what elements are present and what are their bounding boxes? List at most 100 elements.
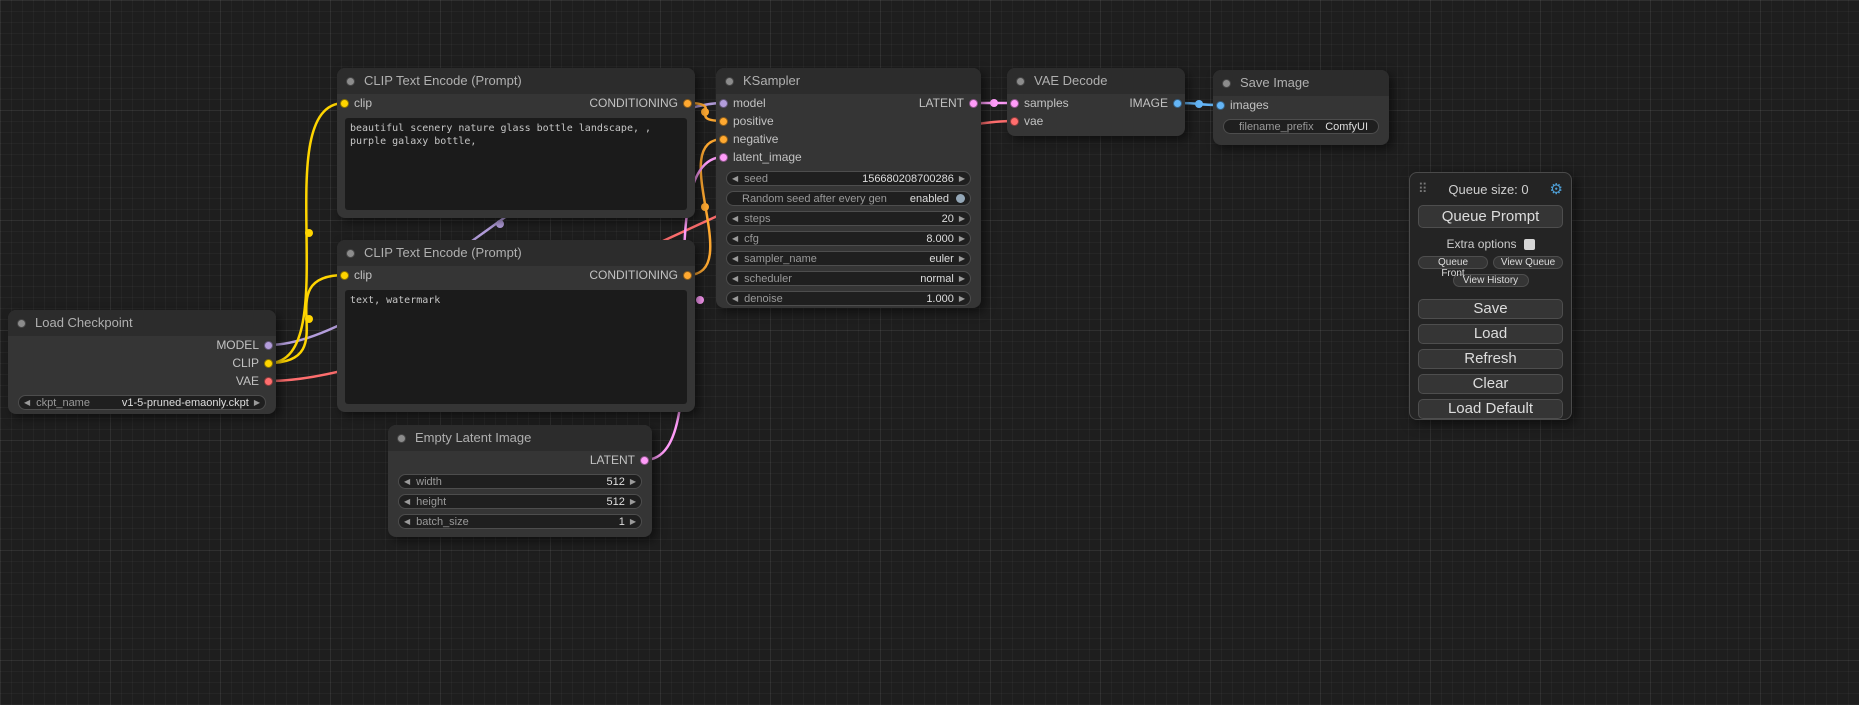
increment-arrow-icon[interactable]: ▶ — [959, 292, 965, 305]
refresh-button[interactable]: Refresh — [1418, 349, 1563, 369]
extra-options-checkbox[interactable] — [1524, 239, 1535, 250]
collapse-dot-icon[interactable] — [1222, 79, 1231, 88]
steps-widget[interactable]: ◀ steps 20 ▶ — [726, 211, 971, 226]
vae-output-port[interactable] — [264, 377, 273, 386]
input-label-vae: vae — [1024, 114, 1043, 128]
node-ksampler[interactable]: KSampler model LATENT positive negative … — [716, 68, 981, 308]
node-title-bar[interactable]: KSampler — [716, 68, 981, 94]
random-seed-toggle-widget[interactable]: Random seed after every gen enabled — [726, 191, 971, 206]
conditioning-output-port[interactable] — [683, 99, 692, 108]
queue-front-button[interactable]: Queue Front — [1418, 256, 1488, 269]
filename-prefix-widget[interactable]: filename_prefix ComfyUI — [1223, 119, 1379, 134]
increment-arrow-icon[interactable]: ▶ — [254, 396, 260, 409]
increment-arrow-icon[interactable]: ▶ — [630, 475, 636, 488]
collapse-dot-icon[interactable] — [17, 319, 26, 328]
node-save-image[interactable]: Save Image images filename_prefix ComfyU… — [1213, 70, 1389, 145]
node-title: Empty Latent Image — [415, 430, 531, 445]
latent-output-port[interactable] — [640, 456, 649, 465]
conditioning-output-port[interactable] — [683, 271, 692, 280]
view-history-button[interactable]: View History — [1453, 274, 1529, 287]
output-label-clip: CLIP — [232, 354, 259, 372]
node-clip-text-encode-positive[interactable]: CLIP Text Encode (Prompt) clip CONDITION… — [337, 68, 695, 218]
node-title: KSampler — [743, 73, 800, 88]
increment-arrow-icon[interactable]: ▶ — [959, 252, 965, 265]
widget-value: normal — [920, 273, 954, 285]
positive-input-port[interactable] — [719, 117, 728, 126]
decrement-arrow-icon[interactable]: ◀ — [732, 292, 738, 305]
input-label-negative: negative — [733, 132, 778, 146]
decrement-arrow-icon[interactable]: ◀ — [24, 396, 30, 409]
widget-value: 1.000 — [926, 293, 954, 305]
decrement-arrow-icon[interactable]: ◀ — [732, 272, 738, 285]
node-title-bar[interactable]: Load Checkpoint — [8, 310, 276, 336]
image-output-port[interactable] — [1173, 99, 1182, 108]
negative-input-port[interactable] — [719, 135, 728, 144]
seed-widget[interactable]: ◀ seed 156680208700286 ▶ — [726, 171, 971, 186]
increment-arrow-icon[interactable]: ▶ — [630, 495, 636, 508]
sampler-name-widget[interactable]: ◀ sampler_name euler ▶ — [726, 251, 971, 266]
decrement-arrow-icon[interactable]: ◀ — [732, 212, 738, 225]
vae-input-port[interactable] — [1010, 117, 1019, 126]
clip-input-port[interactable] — [340, 99, 349, 108]
collapse-dot-icon[interactable] — [397, 434, 406, 443]
output-label-latent: LATENT — [919, 94, 964, 112]
node-load-checkpoint[interactable]: Load Checkpoint MODEL CLIP VAE ◀ ckpt_na… — [8, 310, 276, 414]
cfg-widget[interactable]: ◀ cfg 8.000 ▶ — [726, 231, 971, 246]
model-output-port[interactable] — [264, 341, 273, 350]
clip-input-port[interactable] — [340, 271, 349, 280]
extra-options-row: Extra options — [1418, 237, 1563, 251]
decrement-arrow-icon[interactable]: ◀ — [732, 172, 738, 185]
toggle-enabled-dot[interactable] — [956, 194, 965, 203]
samples-input-port[interactable] — [1010, 99, 1019, 108]
node-title-bar[interactable]: Empty Latent Image — [388, 425, 652, 451]
latent-output-port[interactable] — [969, 99, 978, 108]
width-widget[interactable]: ◀ width 512 ▶ — [398, 474, 642, 489]
clear-button[interactable]: Clear — [1418, 374, 1563, 394]
settings-gear-icon[interactable]: ⚙ — [1550, 182, 1563, 197]
widget-value: v1-5-pruned-emaonly.ckpt — [122, 397, 249, 409]
increment-arrow-icon[interactable]: ▶ — [959, 212, 965, 225]
ckpt-name-widget[interactable]: ◀ ckpt_name v1-5-pruned-emaonly.ckpt ▶ — [18, 395, 266, 410]
scheduler-widget[interactable]: ◀ scheduler normal ▶ — [726, 271, 971, 286]
decrement-arrow-icon[interactable]: ◀ — [732, 252, 738, 265]
decrement-arrow-icon[interactable]: ◀ — [404, 475, 410, 488]
latent-image-input-port[interactable] — [719, 153, 728, 162]
widget-value: 1 — [619, 516, 625, 528]
node-title-bar[interactable]: CLIP Text Encode (Prompt) — [337, 68, 695, 94]
collapse-dot-icon[interactable] — [1016, 77, 1025, 86]
drag-handle-icon[interactable]: ⠿ — [1418, 181, 1428, 197]
widget-label: scheduler — [744, 273, 792, 285]
decrement-arrow-icon[interactable]: ◀ — [404, 495, 410, 508]
negative-prompt-textarea[interactable]: text, watermark — [345, 290, 687, 404]
node-clip-text-encode-negative[interactable]: CLIP Text Encode (Prompt) clip CONDITION… — [337, 240, 695, 412]
decrement-arrow-icon[interactable]: ◀ — [732, 232, 738, 245]
images-input-port[interactable] — [1216, 101, 1225, 110]
collapse-dot-icon[interactable] — [725, 77, 734, 86]
queue-prompt-button[interactable]: Queue Prompt — [1418, 205, 1563, 228]
output-label-model: MODEL — [216, 336, 259, 354]
load-button[interactable]: Load — [1418, 324, 1563, 344]
increment-arrow-icon[interactable]: ▶ — [959, 272, 965, 285]
collapse-dot-icon[interactable] — [346, 77, 355, 86]
node-graph-canvas[interactable]: Load Checkpoint MODEL CLIP VAE ◀ ckpt_na… — [0, 0, 1859, 705]
model-input-port[interactable] — [719, 99, 728, 108]
load-default-button[interactable]: Load Default — [1418, 399, 1563, 419]
node-title-bar[interactable]: VAE Decode — [1007, 68, 1185, 94]
node-vae-decode[interactable]: VAE Decode samples IMAGE vae — [1007, 68, 1185, 136]
batch-size-widget[interactable]: ◀ batch_size 1 ▶ — [398, 514, 642, 529]
collapse-dot-icon[interactable] — [346, 249, 355, 258]
view-queue-button[interactable]: View Queue — [1493, 256, 1563, 269]
decrement-arrow-icon[interactable]: ◀ — [404, 515, 410, 528]
denoise-widget[interactable]: ◀ denoise 1.000 ▶ — [726, 291, 971, 306]
link-dot — [496, 220, 504, 228]
increment-arrow-icon[interactable]: ▶ — [959, 232, 965, 245]
clip-output-port[interactable] — [264, 359, 273, 368]
node-title-bar[interactable]: Save Image — [1213, 70, 1389, 96]
increment-arrow-icon[interactable]: ▶ — [959, 172, 965, 185]
height-widget[interactable]: ◀ height 512 ▶ — [398, 494, 642, 509]
positive-prompt-textarea[interactable]: beautiful scenery nature glass bottle la… — [345, 118, 687, 210]
save-button[interactable]: Save — [1418, 299, 1563, 319]
node-empty-latent-image[interactable]: Empty Latent Image LATENT ◀ width 512 ▶ … — [388, 425, 652, 537]
node-title-bar[interactable]: CLIP Text Encode (Prompt) — [337, 240, 695, 266]
increment-arrow-icon[interactable]: ▶ — [630, 515, 636, 528]
